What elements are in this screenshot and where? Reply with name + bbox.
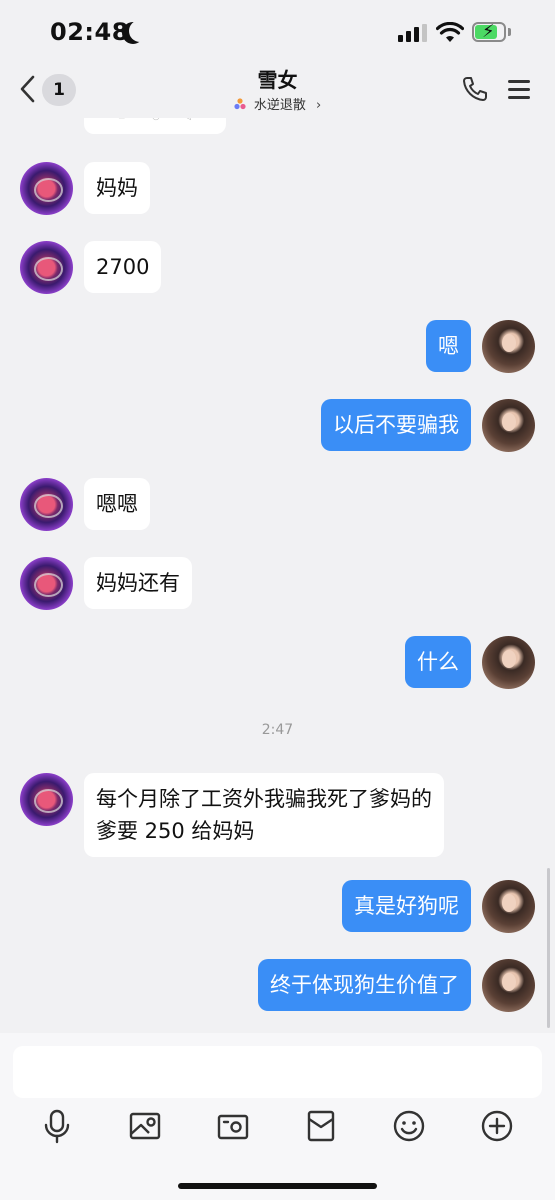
tri-color-logo-icon [234,98,246,110]
red-packet-icon[interactable] [303,1108,339,1144]
cellular-signal-icon [398,24,428,42]
battery-charging-icon: ⚡ [472,21,512,42]
wifi-icon [436,22,464,42]
message-line: 爹要 250 给妈妈 [96,819,255,843]
microphone-icon[interactable] [39,1108,75,1144]
contact-avatar[interactable] [20,773,73,826]
message-line: 每个月除了工资外我骗我死了爹妈的 [96,787,432,811]
contact-avatar[interactable] [20,557,73,610]
chevron-right-icon: › [316,98,322,113]
chat-header: 1 雪女 水逆退散 › [0,62,555,118]
my-avatar[interactable] [482,320,535,373]
my-avatar[interactable] [482,959,535,1012]
status-bar: 02:48 ⚡ [0,0,555,62]
message-bubble-incoming[interactable]: 妈妈 [84,162,150,214]
moon-icon [129,20,151,42]
message-bubble-outgoing[interactable]: 以后不要骗我 [321,399,471,451]
camera-icon[interactable] [215,1108,251,1144]
message-bubble-outgoing[interactable]: 什么 [405,636,471,688]
subtitle-text: 水逆退散 [253,98,306,113]
partial-screenshot-card[interactable]: ≡ ○ ◁ [84,118,226,134]
menu-icon[interactable] [506,76,532,102]
scrollbar[interactable] [547,868,550,1028]
emoji-icon[interactable] [391,1108,427,1144]
input-area [0,1033,555,1200]
phone-icon[interactable] [460,74,490,104]
my-avatar[interactable] [482,880,535,933]
message-bubble-outgoing[interactable]: 终于体现狗生价值了 [258,959,471,1011]
my-avatar[interactable] [482,399,535,452]
my-avatar[interactable] [482,636,535,689]
message-bubble-outgoing[interactable]: 嗯 [426,320,471,372]
message-bubble-incoming[interactable]: 妈妈还有 [84,557,192,609]
contact-avatar[interactable] [20,241,73,294]
contact-avatar[interactable] [20,478,73,531]
home-indicator[interactable] [178,1183,377,1189]
message-bubble-incoming[interactable]: 2700 [84,241,162,293]
message-timestamp: 2:47 [261,722,294,738]
message-list[interactable]: ≡ ○ ◁ 妈妈 2700 嗯 以后不要骗我 嗯嗯 妈妈还有 什么 2:47 每… [0,118,555,1033]
plus-icon[interactable] [479,1108,515,1144]
message-input[interactable] [13,1046,542,1098]
message-bubble-incoming[interactable]: 嗯嗯 [84,478,150,530]
image-icon[interactable] [127,1108,163,1144]
message-bubble-outgoing[interactable]: 真是好狗呢 [342,880,471,932]
status-time: 02:48 [50,18,129,46]
contact-avatar[interactable] [20,162,73,215]
message-bubble-incoming[interactable]: 每个月除了工资外我骗我死了爹妈的 爹要 250 给妈妈 [84,773,444,857]
